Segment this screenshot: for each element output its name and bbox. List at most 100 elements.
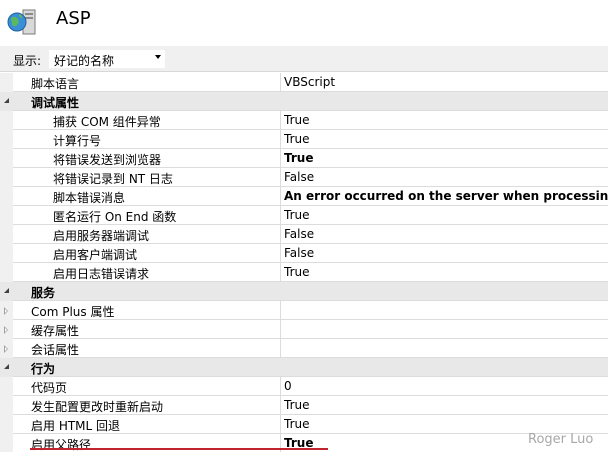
group-row[interactable]: 会话属性 [0, 339, 608, 358]
page-header: ASP [0, 0, 608, 44]
property-row[interactable]: 启用服务器端调试 False [0, 225, 608, 244]
expand-triangle-icon[interactable] [4, 326, 8, 334]
name-cell: 启用 HTML 回退 [13, 415, 281, 434]
expand-triangle-icon[interactable] [4, 345, 8, 353]
name-cell: 计算行号 [13, 130, 281, 149]
row-margin [0, 111, 13, 130]
row-margin [0, 225, 13, 244]
property-value[interactable]: True [284, 265, 608, 279]
name-cell: 服务 [13, 282, 608, 301]
name-cell: 发生配置更改时重新启动 [13, 396, 281, 415]
property-row[interactable]: 发生配置更改时重新启动 True [0, 396, 608, 415]
property-name: 将错误记录到 NT 日志 [53, 172, 173, 186]
property-row[interactable]: 捕获 COM 组件异常 True [0, 111, 608, 130]
property-value[interactable]: True [284, 417, 608, 431]
name-cell: 将错误记录到 NT 日志 [13, 168, 281, 187]
name-cell: 脚本错误消息 [13, 187, 281, 206]
name-cell: Com Plus 属性 [13, 301, 281, 320]
property-grid: 脚本语言 VBScript 调试属性 捕获 COM 组件异常 True 计算行号 True 将… [0, 73, 608, 452]
property-row[interactable]: 将错误记录到 NT 日志 False [0, 168, 608, 187]
property-name: 缓存属性 [31, 324, 80, 338]
row-margin [0, 301, 13, 320]
property-value[interactable]: True [284, 132, 608, 146]
category-row[interactable]: 行为 [0, 358, 608, 377]
property-name: 会话属性 [31, 343, 80, 357]
property-value[interactable]: 0 [284, 379, 608, 393]
name-cell: 脚本语言 [13, 73, 281, 92]
property-row[interactable]: 将错误发送到浏览器 True [0, 149, 608, 168]
property-row[interactable]: 启用客户端调试 False [0, 244, 608, 263]
property-name: 启用服务器端调试 [53, 229, 150, 243]
display-mode-dropdown[interactable]: 好记的名称 [48, 49, 166, 69]
property-name: Com Plus 属性 [31, 305, 115, 319]
globe-server-icon [7, 9, 36, 35]
property-name: 代码页 [31, 381, 68, 395]
property-row[interactable]: 匿名运行 On End 函数 True [0, 206, 608, 225]
display-mode-value: 好记的名称 [54, 54, 115, 68]
page-title: ASP [56, 8, 91, 29]
property-name: 启用日志错误请求 [53, 267, 150, 281]
row-margin [0, 92, 13, 111]
property-name: 脚本语言 [31, 77, 80, 91]
row-margin [0, 358, 13, 377]
property-value[interactable]: True [284, 398, 608, 412]
row-margin [0, 282, 13, 301]
group-row[interactable]: 缓存属性 [0, 320, 608, 339]
property-name: 调试属性 [31, 96, 80, 110]
property-value[interactable]: True [284, 151, 608, 165]
property-value[interactable]: VBScript [284, 75, 608, 89]
row-margin [0, 187, 13, 206]
category-row[interactable]: 调试属性 [0, 92, 608, 111]
property-value[interactable]: False [284, 227, 608, 241]
row-margin [0, 339, 13, 358]
name-cell: 会话属性 [13, 339, 281, 358]
name-cell: 启用服务器端调试 [13, 225, 281, 244]
row-margin [0, 377, 13, 396]
property-name: 行为 [31, 362, 56, 376]
collapse-triangle-icon[interactable] [4, 288, 9, 293]
property-name: 发生配置更改时重新启动 [31, 400, 164, 414]
name-cell: 启用客户端调试 [13, 244, 281, 263]
property-name: 服务 [31, 286, 56, 300]
chevron-down-icon [155, 55, 161, 59]
property-value[interactable]: An error occurred on the server when pro… [284, 189, 608, 203]
property-row[interactable]: 启用 HTML 回退 True [0, 415, 608, 434]
property-row[interactable]: 脚本语言 VBScript [0, 73, 608, 92]
name-cell: 匿名运行 On End 函数 [13, 206, 281, 225]
display-toolbar: 显示: 好记的名称 [0, 46, 608, 72]
group-row[interactable]: Com Plus 属性 [0, 301, 608, 320]
name-cell: 代码页 [13, 377, 281, 396]
name-cell: 调试属性 [13, 92, 608, 111]
name-cell: 将错误发送到浏览器 [13, 149, 281, 168]
category-row[interactable]: 服务 [0, 282, 608, 301]
property-name: 脚本错误消息 [53, 191, 126, 205]
collapse-triangle-icon[interactable] [4, 364, 9, 369]
property-row[interactable]: 计算行号 True [0, 130, 608, 149]
property-row[interactable]: 启用日志错误请求 True [0, 263, 608, 282]
property-name: 计算行号 [53, 134, 102, 148]
row-margin [0, 263, 13, 282]
property-name: 启用客户端调试 [53, 248, 138, 262]
row-margin [0, 320, 13, 339]
name-cell: 行为 [13, 358, 608, 377]
display-label: 显示: [13, 54, 42, 68]
row-margin [0, 73, 13, 92]
name-cell: 缓存属性 [13, 320, 281, 339]
property-value[interactable]: True [284, 208, 608, 222]
row-margin [0, 434, 13, 452]
row-margin [0, 149, 13, 168]
property-value[interactable]: False [284, 170, 608, 184]
property-name: 匿名运行 On End 函数 [53, 210, 177, 224]
property-row[interactable]: 脚本错误消息 An error occurred on the server wh… [0, 187, 608, 206]
highlight-underline [30, 448, 328, 450]
property-value[interactable]: True [284, 113, 608, 127]
collapse-triangle-icon[interactable] [4, 98, 9, 103]
expand-triangle-icon[interactable] [4, 307, 8, 315]
row-margin [0, 206, 13, 225]
property-value[interactable]: False [284, 246, 608, 260]
property-name: 捕获 COM 组件异常 [53, 115, 161, 129]
row-margin [0, 415, 13, 434]
property-row[interactable]: 代码页 0 [0, 377, 608, 396]
row-margin [0, 168, 13, 187]
name-cell: 捕获 COM 组件异常 [13, 111, 281, 130]
